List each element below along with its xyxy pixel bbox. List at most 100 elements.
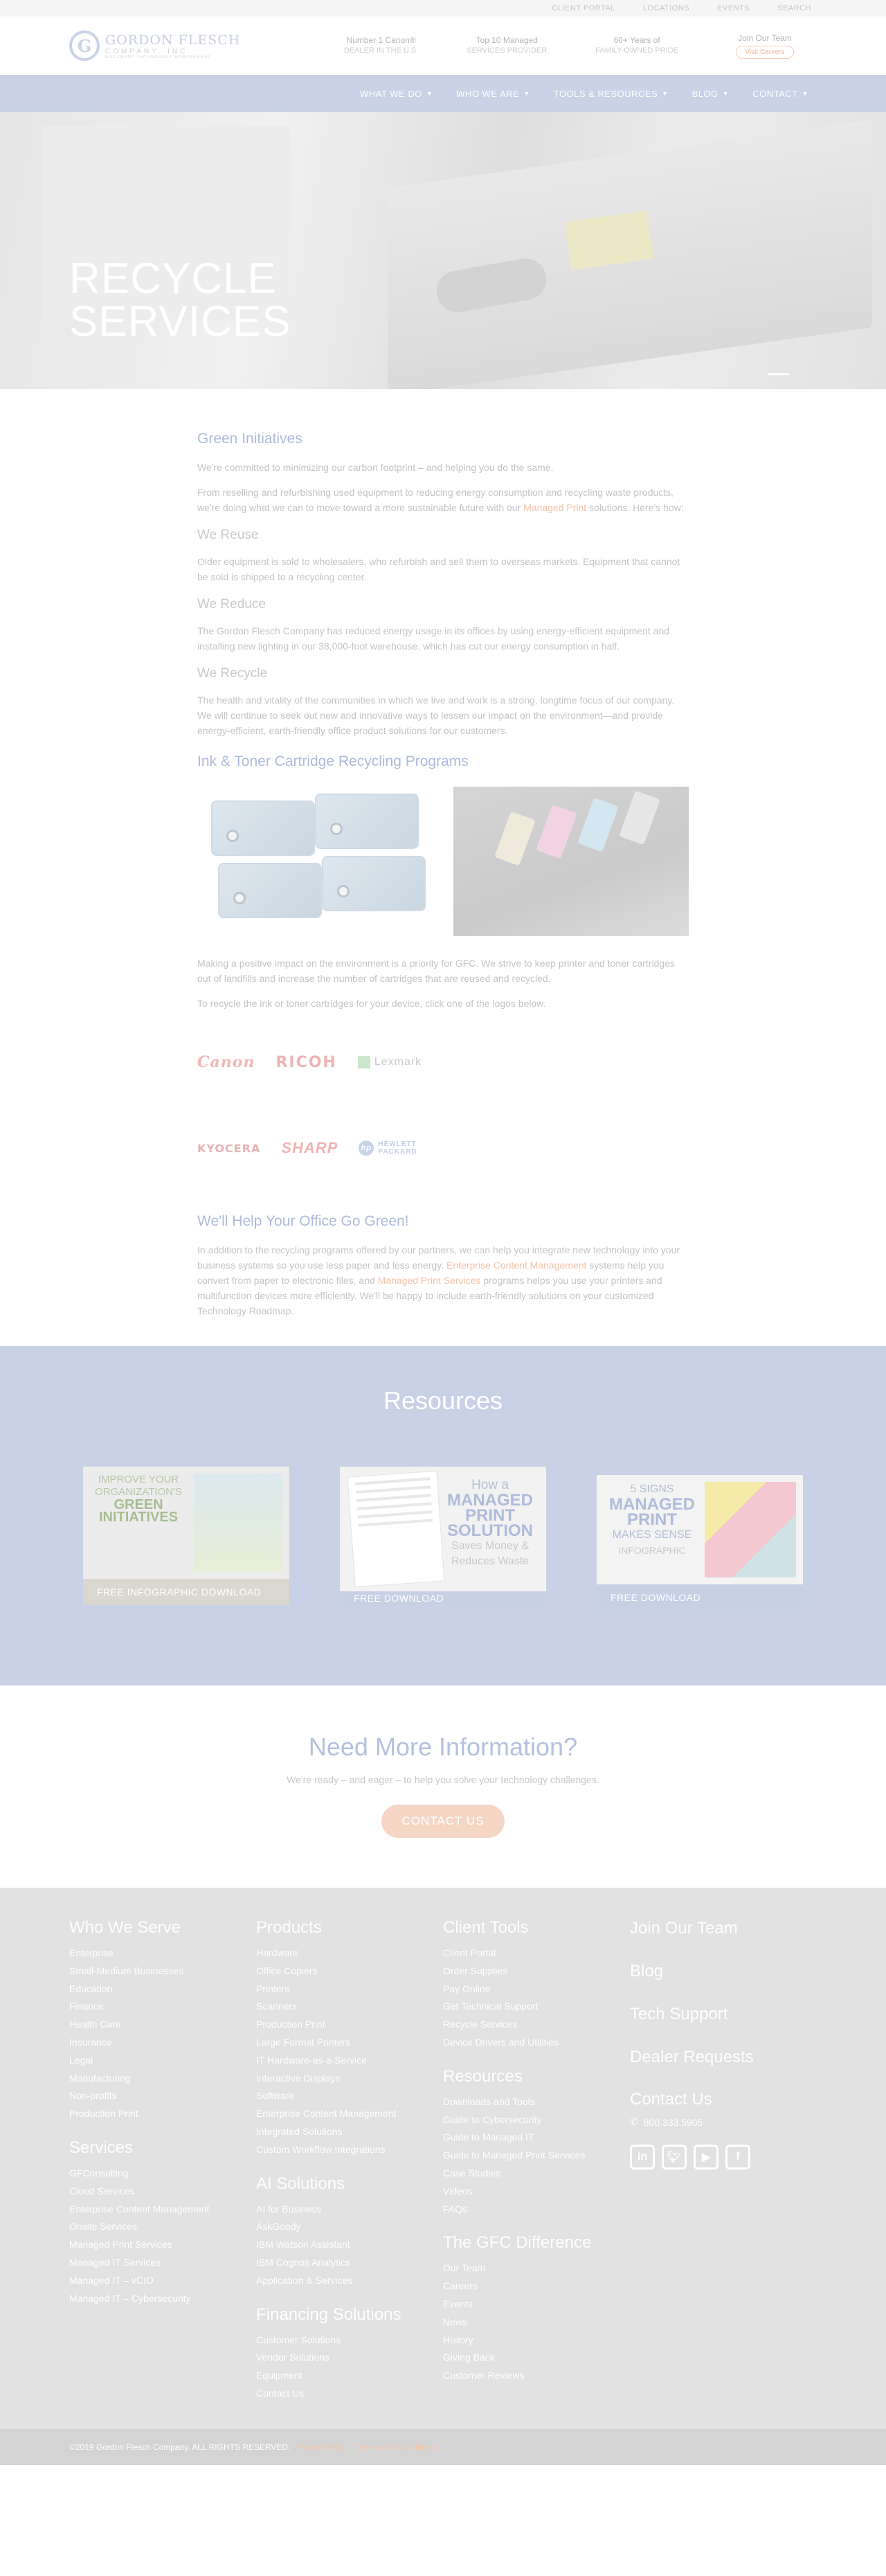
footer-link[interactable]: Manufacturing (69, 2070, 235, 2088)
free-infographic-download-button[interactable]: FREE INFOGRAPHIC DOWNLOAD (83, 1579, 289, 1605)
footer-link[interactable]: Get Technical Support (443, 1998, 609, 2016)
tech-support-link[interactable]: Tech Support (630, 2004, 796, 2025)
footer-link[interactable]: Giving Back (443, 2349, 609, 2367)
twitter-icon[interactable]: 🐦︎ (662, 2145, 687, 2170)
footer-link[interactable]: Small-Medium Businesses (69, 1962, 235, 1980)
visit-careers-button[interactable]: Visit Careers (736, 45, 794, 59)
help-paragraph: In addition to the recycling programs of… (197, 1244, 680, 1316)
footer-link[interactable]: IT Hardware-as-a-Service (256, 2052, 422, 2070)
kyocera-logo[interactable]: KYOCERA (197, 1142, 260, 1155)
footer-link[interactable]: Managed IT – vCIO (69, 2272, 235, 2290)
hp-logo[interactable]: hp HEWLETT PACKARD (359, 1141, 417, 1156)
free-download-button[interactable]: FREE DOWNLOAD (597, 1584, 803, 1611)
footer-link[interactable]: Contact Us (256, 2385, 422, 2403)
nav-who-we-are[interactable]: WHO WE ARE ▼ (456, 89, 530, 99)
nav-what-we-do[interactable]: WHAT WE DO ▼ (360, 89, 433, 99)
footer-link[interactable]: Printers (256, 1980, 422, 1998)
footer-link[interactable]: Large Format Printers (256, 2034, 422, 2052)
utility-search[interactable]: SEARCH (777, 4, 811, 12)
footer-link[interactable]: Education (69, 1980, 235, 1998)
footer-link[interactable]: Production Print (69, 2105, 235, 2123)
footer-link[interactable]: Cloud Services (69, 2183, 235, 2201)
utility-client-portal[interactable]: CLIENT PORTAL (552, 4, 615, 12)
footer-link[interactable]: Careers (443, 2278, 609, 2296)
managed-print-solution-card[interactable]: How a Managed Print Solution Saves Money… (340, 1467, 546, 1605)
footer-link[interactable]: News (443, 2314, 609, 2332)
sharp-logo[interactable]: SHARP (281, 1139, 338, 1157)
footer-link[interactable]: AI for Business (256, 2201, 422, 2219)
footer-link[interactable]: Finance (69, 1998, 235, 2016)
footer-link[interactable]: Device Drivers and Utilities (443, 2034, 609, 2052)
youtube-icon[interactable]: ▶ (694, 2145, 718, 2170)
footer-link[interactable]: Software (256, 2087, 422, 2105)
privacy-policy-link[interactable]: Privacy Policy (294, 2442, 346, 2452)
footer-link[interactable]: Application & Services (256, 2272, 422, 2290)
nav-tools-resources[interactable]: TOOLS & RESOURCES ▼ (554, 89, 669, 99)
site-logo[interactable]: G GORDON FLESCH COMPANY, INC. DOCUMENT T… (69, 30, 277, 61)
managed-print-services-link[interactable]: Managed Print Services (378, 1275, 481, 1286)
footer-link[interactable]: Onsite Services (69, 2218, 235, 2236)
footer-link[interactable]: AskGoody (256, 2218, 422, 2236)
footer-link[interactable]: Managed Print Services (69, 2236, 235, 2254)
contact-us-button[interactable]: CONTACT US (381, 1805, 505, 1838)
join-our-team-link[interactable]: Join Our Team (630, 1918, 796, 1939)
lexmark-logo[interactable]: Lexmark (357, 1056, 422, 1068)
footer-link[interactable]: Scanners (256, 1998, 422, 2016)
canon-logo[interactable]: Canon (197, 1053, 255, 1071)
footer-link[interactable]: Downloads and Tools (443, 2093, 609, 2111)
footer-link[interactable]: Events (443, 2296, 609, 2314)
footer-link[interactable]: GFConsulting (69, 2165, 235, 2183)
footer-link[interactable]: Customer Solutions (256, 2332, 422, 2350)
ecm-link[interactable]: Enterprise Content Management (446, 1260, 586, 1271)
facebook-icon[interactable]: f (725, 2145, 750, 2170)
phone-number[interactable]: ✆ 800.333.5905 (630, 2116, 817, 2128)
footer-link[interactable]: Custom Workflow Integrations (256, 2141, 422, 2159)
free-download-button[interactable]: FREE DOWNLOAD (340, 1591, 546, 1605)
footer-link[interactable]: Enterprise (69, 1944, 235, 1962)
footer-link[interactable]: Guide to Managed IT (443, 2129, 609, 2147)
footer-link[interactable]: Customer Reviews (443, 2367, 609, 2385)
cartridge-images (197, 787, 689, 936)
footer-link[interactable]: Interactive Displays (256, 2070, 422, 2088)
blog-link[interactable]: Blog (630, 1961, 796, 1982)
utility-events[interactable]: EVENTS (717, 4, 750, 12)
footer-link[interactable]: Office Copiers (256, 1962, 422, 1980)
footer-link[interactable]: Enterprise Content Management (69, 2201, 235, 2219)
footer-link[interactable]: Guide to Managed Print Services (443, 2147, 609, 2165)
utility-locations[interactable]: LOCATIONS (643, 4, 689, 12)
footer-link[interactable]: Legal (69, 2052, 235, 2070)
footer-link[interactable]: Production Print (256, 2016, 422, 2034)
footer-link[interactable]: Managed IT – Cybersecurity (69, 2290, 235, 2308)
footer-link[interactable]: Equipment (256, 2367, 422, 2385)
footer-link[interactable]: IBM Watson Assistant (256, 2236, 422, 2254)
footer-link[interactable]: Our Team (443, 2260, 609, 2278)
footer-link[interactable]: Case Studies (443, 2165, 609, 2183)
footer-link[interactable]: History (443, 2332, 609, 2350)
dealer-requests-link[interactable]: Dealer Requests (630, 2047, 796, 2068)
footer-link[interactable]: Non-profits (69, 2087, 235, 2105)
linkedin-icon[interactable]: in (630, 2145, 655, 2170)
footer-link[interactable]: Integrated Solutions (256, 2123, 422, 2141)
terms-link[interactable]: Terms and Conditions (356, 2442, 437, 2452)
footer-link[interactable]: Order Supplies (443, 1962, 609, 1980)
five-signs-infographic-card[interactable]: 5 Signs Managed Print Makes Sense INFOGR… (597, 1475, 803, 1611)
footer-link[interactable]: Hardware (256, 1944, 422, 1962)
green-initiatives-infographic-card[interactable]: Improve Your Organization's Green Initia… (83, 1467, 289, 1605)
hero-slider-indicator[interactable] (768, 373, 789, 375)
footer-link[interactable]: IBM Cognos Analytics (256, 2254, 422, 2272)
footer-link[interactable]: Recycle Services (443, 2016, 609, 2034)
footer-link[interactable]: Pay Online (443, 1980, 609, 1998)
footer-link[interactable]: Guide to Cybersecurity (443, 2111, 609, 2129)
footer-link[interactable]: Managed IT Services (69, 2254, 235, 2272)
nav-contact[interactable]: CONTACT ▼ (752, 89, 808, 99)
footer-link[interactable]: Health Care (69, 2016, 235, 2034)
footer-link[interactable]: Videos (443, 2183, 609, 2201)
footer-link[interactable]: Insurance (69, 2034, 235, 2052)
footer-link[interactable]: FAQs (443, 2201, 609, 2219)
footer-link[interactable]: Enterprise Content Management (256, 2105, 422, 2123)
ricoh-logo[interactable]: RICOH (275, 1054, 336, 1071)
footer-link[interactable]: Vendor Solutions (256, 2349, 422, 2367)
managed-print-link[interactable]: Managed Print (523, 502, 586, 513)
nav-blog[interactable]: BLOG ▼ (692, 89, 730, 99)
footer-link[interactable]: Client Portal (443, 1944, 609, 1962)
